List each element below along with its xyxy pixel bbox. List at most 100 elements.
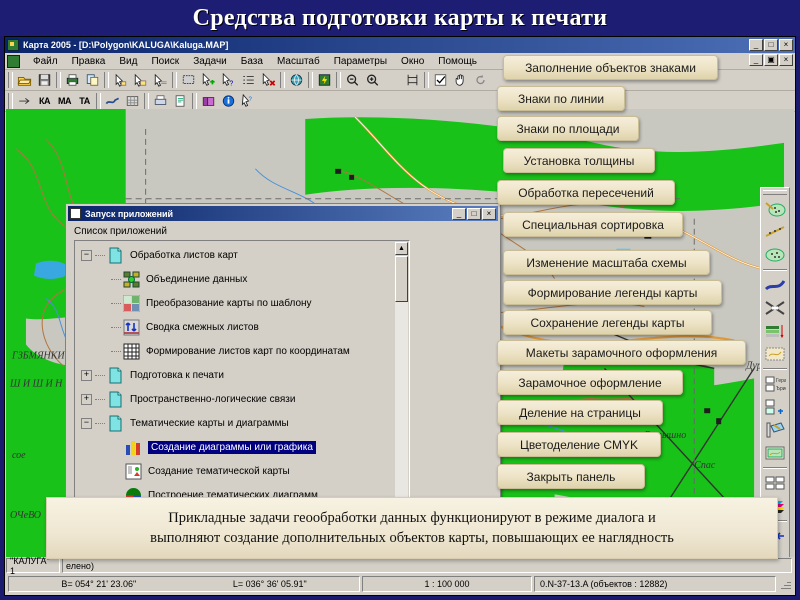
- change-scheme-scale-icon[interactable]: [763, 343, 787, 365]
- zoom-1-1-button[interactable]: [383, 71, 402, 89]
- mdi-restore-button[interactable]: ▣: [764, 54, 778, 66]
- select-area-icon[interactable]: [151, 71, 170, 89]
- book-icon[interactable]: [199, 92, 218, 110]
- delete-object-icon[interactable]: [259, 71, 278, 89]
- rotate-icon[interactable]: [471, 71, 490, 89]
- menu-item-edit[interactable]: Правка: [65, 55, 113, 68]
- tree-expander[interactable]: −: [81, 249, 92, 261]
- close-button[interactable]: ×: [779, 39, 793, 51]
- text-ka-icon[interactable]: КА: [35, 92, 54, 110]
- callout-special-sorting[interactable]: Специальная сортировка: [503, 212, 683, 237]
- tree-expander[interactable]: +: [81, 393, 92, 405]
- scroll-up-arrow-icon[interactable]: ▲: [395, 242, 408, 255]
- menu-item-file[interactable]: Файл: [26, 55, 65, 68]
- select-object-icon[interactable]: [111, 71, 130, 89]
- tree-connector: [95, 398, 105, 400]
- menu-item-database[interactable]: База: [234, 55, 270, 68]
- frame-layouts-icon[interactable]: [763, 419, 787, 441]
- window-controls[interactable]: _ □ ×: [749, 39, 793, 51]
- tree-item-template-transform[interactable]: Преобразование карты по шаблону: [77, 291, 394, 315]
- callout-close-panel[interactable]: Закрыть панель: [497, 464, 645, 489]
- maximize-button[interactable]: □: [764, 39, 778, 51]
- callout-fill-objects-with-signs[interactable]: Заполнение объектов знаками: [503, 55, 718, 80]
- callout-save-map-legend[interactable]: Сохранение легенды карты: [503, 310, 712, 335]
- menu-item-parameters[interactable]: Параметры: [327, 55, 394, 68]
- list-icon[interactable]: [239, 71, 258, 89]
- help-pointer-icon[interactable]: ?: [239, 92, 258, 110]
- tree-item-merge-data[interactable]: Объединение данных: [77, 267, 394, 291]
- tree-item-map-sheet-processing[interactable]: − Обработка листов карт: [77, 243, 394, 267]
- callout-process-intersections[interactable]: Обработка пересечений: [497, 180, 675, 205]
- copy-map-icon[interactable]: [83, 71, 102, 89]
- callout-cmyk-color-separation[interactable]: Цветоделение CMYK: [497, 432, 661, 457]
- tree-item-adjacent-sheets[interactable]: Сводка смежных листов: [77, 315, 394, 339]
- frame-design-icon[interactable]: [763, 442, 787, 464]
- tree-item-sheets-by-coordinates[interactable]: Формирование листов карт по координатам: [77, 339, 394, 363]
- mdi-window-controls[interactable]: _ ▣ ×: [749, 54, 793, 66]
- callout-build-map-legend[interactable]: Формирование легенды карты: [503, 280, 722, 305]
- globe-icon[interactable]: [287, 71, 306, 89]
- dialog-close-button[interactable]: ×: [482, 207, 496, 220]
- menu-item-window[interactable]: Окно: [394, 55, 431, 68]
- tree-item-create-thematic-map[interactable]: Создание тематической карты: [77, 459, 394, 483]
- pan-hand-icon[interactable]: [451, 71, 470, 89]
- tree-expander[interactable]: −: [81, 417, 92, 429]
- menu-item-search[interactable]: Поиск: [144, 55, 186, 68]
- save-icon[interactable]: [35, 71, 54, 89]
- callout-frame-design-layouts[interactable]: Макеты зарамочного оформления: [497, 340, 746, 365]
- tree-item-spatial-logical-relations[interactable]: + Пространственно-логические связи: [77, 387, 394, 411]
- tree-item-thematic-maps-and-diagrams[interactable]: − Тематические карты и диаграммы: [77, 411, 394, 435]
- scrollbar-thumb[interactable]: [395, 256, 408, 302]
- save-legend-icon[interactable]: [763, 396, 787, 418]
- print-setup-icon[interactable]: [151, 92, 170, 110]
- menu-item-help[interactable]: Помощь: [431, 55, 484, 68]
- callout-signs-by-area[interactable]: Знаки по площади: [497, 116, 639, 141]
- mdi-close-button[interactable]: ×: [779, 54, 793, 66]
- menu-item-scale[interactable]: Масштаб: [270, 55, 327, 68]
- open-icon[interactable]: [15, 71, 34, 89]
- split-pages-icon[interactable]: [763, 472, 787, 494]
- rect-select-icon[interactable]: [179, 71, 198, 89]
- mdi-minimize-button[interactable]: _: [749, 54, 763, 66]
- fill-objects-icon[interactable]: [763, 198, 787, 220]
- callout-signs-along-line[interactable]: Знаки по линии: [497, 86, 625, 111]
- toolbar-grip: [8, 72, 13, 88]
- check-icon[interactable]: [431, 71, 450, 89]
- query-object-icon[interactable]: ?: [219, 71, 238, 89]
- dialog-window-controls[interactable]: _ □ ×: [452, 207, 496, 220]
- report-icon[interactable]: [171, 92, 190, 110]
- flash-icon[interactable]: [315, 71, 334, 89]
- callout-set-thickness[interactable]: Установка толщины: [503, 148, 655, 173]
- tree-expander[interactable]: +: [81, 369, 92, 381]
- dialog-minimize-button[interactable]: _: [452, 207, 466, 220]
- signs-along-line-icon[interactable]: [763, 221, 787, 243]
- callout-change-scheme-scale[interactable]: Изменение масштаба схемы: [503, 250, 710, 275]
- set-thickness-icon[interactable]: [763, 274, 787, 296]
- fit-window-icon[interactable]: [403, 71, 422, 89]
- resize-grip[interactable]: [778, 577, 792, 591]
- arrow-tool-icon[interactable]: [15, 92, 34, 110]
- toolbar-separator: [104, 72, 109, 88]
- text-ma-icon[interactable]: МА: [55, 92, 74, 110]
- zoom-out-icon[interactable]: [343, 71, 362, 89]
- signs-by-area-icon[interactable]: [763, 244, 787, 266]
- special-sort-icon[interactable]: [763, 320, 787, 342]
- info-icon[interactable]: [219, 92, 238, 110]
- build-legend-icon[interactable]: Гера Ърио: [763, 373, 787, 395]
- callout-split-into-pages[interactable]: Деление на страницы: [497, 400, 663, 425]
- tree-item-print-preparation[interactable]: + Подготовка к печати: [77, 363, 394, 387]
- minimize-button[interactable]: _: [749, 39, 763, 51]
- text-ta-icon[interactable]: ТА: [75, 92, 94, 110]
- menu-item-view[interactable]: Вид: [112, 55, 144, 68]
- select-group-icon[interactable]: [131, 71, 150, 89]
- contour-icon[interactable]: [103, 92, 122, 110]
- menu-item-tasks[interactable]: Задачи: [186, 55, 234, 68]
- print-icon[interactable]: [63, 71, 82, 89]
- callout-frame-design[interactable]: Зарамочное оформление: [497, 370, 683, 395]
- zoom-in-icon[interactable]: [363, 71, 382, 89]
- dialog-maximize-button[interactable]: □: [467, 207, 481, 220]
- process-intersections-icon[interactable]: [763, 297, 787, 319]
- matrix-icon[interactable]: [123, 92, 142, 110]
- add-object-icon[interactable]: [199, 71, 218, 89]
- tree-item-create-diagram-or-chart[interactable]: Создание диаграммы или графика: [77, 435, 394, 459]
